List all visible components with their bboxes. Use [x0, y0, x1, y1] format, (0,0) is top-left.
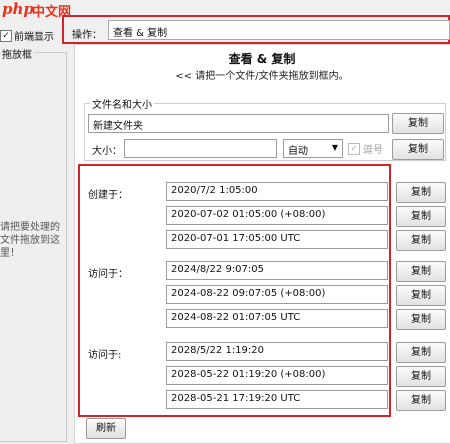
panel-subtitle: << 请把一个文件/文件夹拖放到框内。 [175, 71, 349, 82]
operation-select[interactable]: 查看 & 复制 [108, 20, 450, 40]
copy-accessed-offset-button[interactable]: 复制 [396, 285, 446, 306]
copy-created-utc-button[interactable]: 复制 [396, 230, 446, 251]
accessed-offset-field[interactable]: 2024-08-22 09:07:05 (+08:00) [166, 285, 388, 304]
chevron-down-icon: ▼ [331, 143, 338, 152]
copy-accessed-local-button[interactable]: 复制 [396, 261, 446, 282]
accessed-utc-field[interactable]: 2024-08-22 01:07:05 UTC [166, 309, 388, 328]
copy-accessed-utc-button[interactable]: 复制 [396, 309, 446, 330]
accessed-2-label: 访问于: [88, 350, 122, 361]
copy-accessed-2-offset-button[interactable]: 复制 [396, 366, 446, 387]
comma-toggle[interactable]: ✓ 逗号 [348, 141, 383, 156]
check-icon[interactable]: ✓ [348, 142, 360, 155]
name-size-group-title: 文件名和大小 [90, 96, 154, 111]
created-label: 创建于： [88, 190, 128, 201]
site-logo-php: php [2, 0, 34, 18]
check-icon[interactable]: ✓ [0, 29, 12, 42]
accessed-2-local-field[interactable]: 2028/5/22 1:19:20 [166, 342, 388, 361]
operation-label: 操作： [72, 30, 102, 41]
accessed-2-utc-field[interactable]: 2028-05-21 17:19:20 UTC [166, 390, 388, 409]
copy-accessed-2-local-button[interactable]: 复制 [396, 342, 446, 363]
accessed-2-offset-field[interactable]: 2028-05-22 01:19:20 (+08:00) [166, 366, 388, 385]
front-display-label: 前端显示 [14, 32, 54, 43]
drop-hint-text: 请把要处理的文件拖放到这里！ [0, 222, 60, 259]
size-field[interactable] [124, 139, 277, 158]
drop-frame-title: 拖放框 [0, 46, 34, 61]
comma-label: 逗号 [363, 145, 383, 156]
created-utc-field[interactable]: 2020-07-01 17:05:00 UTC [166, 230, 388, 249]
panel-title: 查看 & 复制 [228, 52, 296, 66]
accessed-local-field[interactable]: 2024/8/22 9:07:05 [166, 261, 388, 280]
size-unit-value: 自动 [288, 146, 308, 157]
created-local-field[interactable]: 2020/7/2 1:05:00 [166, 182, 388, 201]
copy-filename-button[interactable]: 复制 [392, 113, 444, 134]
copy-created-offset-button[interactable]: 复制 [396, 206, 446, 227]
copy-created-local-button[interactable]: 复制 [396, 182, 446, 203]
refresh-button[interactable]: 刷新 [86, 418, 126, 439]
front-display-toggle[interactable]: ✓ 前端显示 [0, 28, 54, 43]
size-unit-select[interactable]: 自动 ▼ [283, 139, 343, 158]
copy-accessed-2-utc-button[interactable]: 复制 [396, 390, 446, 411]
filename-field[interactable]: 新建文件夹 [88, 114, 389, 133]
created-offset-field[interactable]: 2020-07-02 01:05:00 (+08:00) [166, 206, 388, 225]
size-label: 大小： [92, 146, 122, 157]
accessed-label: 访问于： [88, 269, 128, 280]
copy-size-button[interactable]: 复制 [392, 139, 444, 160]
